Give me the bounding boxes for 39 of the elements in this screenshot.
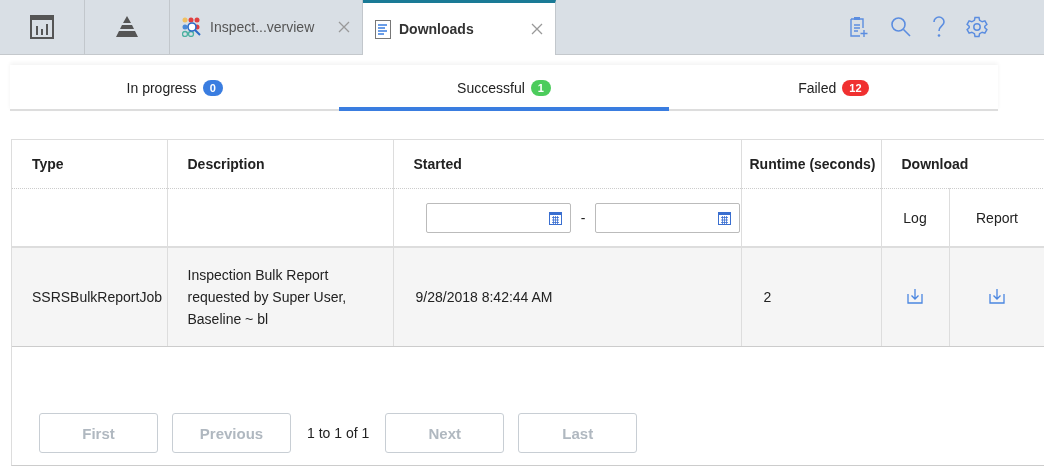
count-badge: 1 [530,80,551,96]
count-badge: 12 [842,80,869,96]
tab-label: Failed [798,80,837,96]
download-icon[interactable] [907,287,923,304]
status-tab[interactable]: In progress 0 [10,65,340,111]
clipboard-add-icon[interactable] [848,16,870,38]
pyramid-icon [114,15,140,39]
page-range: 1 to 1 of 1 [306,425,371,441]
settings-icon[interactable] [966,16,988,38]
column-header: Type [12,140,167,189]
column-header: Log [903,209,927,226]
close-icon[interactable] [531,23,543,35]
date-separator: - [580,209,586,226]
document-icon [375,19,391,39]
date-field[interactable] [425,202,571,233]
date-field[interactable] [595,202,741,233]
calendar-icon[interactable] [718,210,732,225]
status-tab[interactable]: Failed 12 [668,65,998,111]
column-header: Started [393,140,741,189]
download-icon[interactable] [989,287,1005,304]
description-text: Inspection Bulk Report requested by Super User, Baseline ~ bl [187,266,348,329]
calendar-icon[interactable] [548,210,562,225]
table-cell: 9/28/2018 8:42:44 AM [415,289,553,305]
tab[interactable]: Downloads [363,0,556,55]
table-cell: SSRSBulkReportJob [32,289,162,305]
tab-label: In progress [126,80,197,96]
chart-window-icon [29,14,55,40]
tab-label: Successful [457,80,525,96]
column-header: Report [976,209,1018,226]
table-cell: 2 [763,289,772,305]
help-icon[interactable] [932,16,946,38]
column-header: Description [167,140,393,189]
status-tab[interactable]: Successful 1 [339,65,669,111]
column-header: Download [881,140,1044,189]
count-badge: 0 [202,80,223,96]
app-dots-icon [182,17,202,37]
search-icon[interactable] [890,16,912,38]
close-icon[interactable] [338,21,350,33]
column-header: Runtime (seconds) [741,140,881,189]
